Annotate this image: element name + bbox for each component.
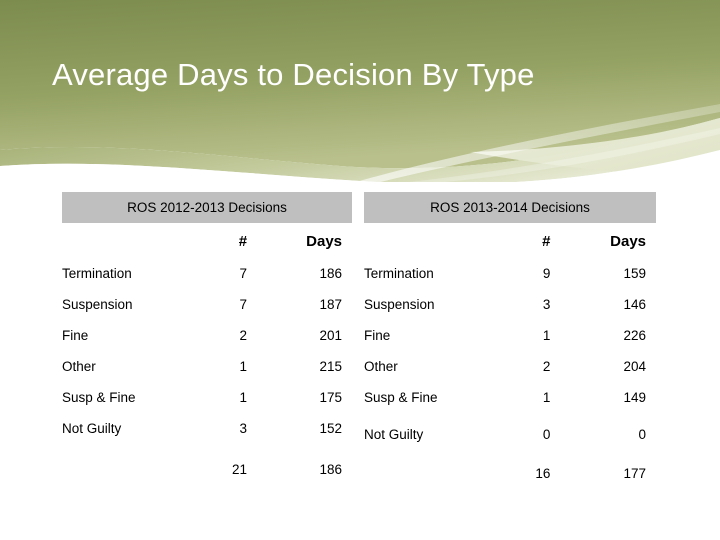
table-ros-2012-2013: ROS 2012-2013 Decisions # Days Terminati… [62, 192, 352, 477]
row-days: 152 [319, 421, 342, 436]
row-label: Suspension [364, 297, 435, 312]
table-banner-row: ROS 2013-2014 Decisions [364, 192, 656, 223]
total-count: 16 [535, 466, 551, 481]
total-days: 186 [319, 462, 342, 477]
row-count: 1 [239, 390, 248, 405]
table-row: Termination 7 186 [62, 258, 352, 289]
col-header-count-right: # [542, 233, 551, 250]
table-row: Fine 1 226 [364, 320, 656, 351]
table-row: Not Guilty 3 152 [62, 413, 352, 444]
row-count: 0 [542, 427, 551, 442]
row-label: Susp & Fine [62, 390, 136, 405]
row-days: 175 [319, 390, 342, 405]
table-row: Suspension 3 146 [364, 289, 656, 320]
row-label: Suspension [62, 297, 133, 312]
row-days: 186 [319, 266, 342, 281]
total-days: 177 [623, 466, 646, 481]
row-days: 0 [638, 427, 646, 442]
row-label: Termination [62, 266, 132, 281]
row-days: 226 [623, 328, 646, 343]
row-days: 159 [623, 266, 646, 281]
table-banner-row: ROS 2012-2013 Decisions [62, 192, 352, 223]
table-total-row: 16 177 [364, 448, 656, 481]
table-banner-left: ROS 2012-2013 Decisions [62, 192, 352, 223]
total-label [62, 444, 183, 477]
table-banner-right: ROS 2013-2014 Decisions [364, 192, 656, 223]
table-header-row: # Days [364, 223, 656, 258]
table-row: Fine 2 201 [62, 320, 352, 351]
row-label: Fine [62, 328, 89, 343]
row-days: 187 [319, 297, 342, 312]
table-total-row: 21 186 [62, 444, 352, 477]
row-count: 1 [239, 359, 248, 374]
row-label: Fine [364, 328, 391, 343]
page-title: Average Days to Decision By Type [52, 57, 535, 92]
row-count: 2 [542, 359, 551, 374]
table-row: Suspension 7 187 [62, 289, 352, 320]
table-row: Other 1 215 [62, 351, 352, 382]
table-header-row: # Days [62, 223, 352, 258]
col-header-label-right [364, 223, 485, 258]
row-label: Not Guilty [62, 421, 122, 436]
table-row: Termination 9 159 [364, 258, 656, 289]
row-count: 7 [239, 266, 248, 281]
row-count: 3 [542, 297, 551, 312]
row-days: 201 [319, 328, 342, 343]
table-row: Susp & Fine 1 149 [364, 382, 656, 413]
table-row: Not Guilty 0 0 [364, 413, 656, 448]
row-count: 2 [239, 328, 248, 343]
total-count: 21 [232, 462, 248, 477]
row-count: 9 [542, 266, 551, 281]
row-label: Other [62, 359, 96, 374]
table-row: Other 2 204 [364, 351, 656, 382]
row-days: 204 [623, 359, 646, 374]
total-label [364, 448, 485, 481]
row-label: Not Guilty [364, 427, 424, 442]
row-count: 1 [542, 390, 551, 405]
col-header-label-left [62, 223, 183, 258]
slide: Average Days to Decision By Type ROS 201… [0, 0, 720, 540]
row-days: 146 [623, 297, 646, 312]
row-days: 149 [623, 390, 646, 405]
row-label: Susp & Fine [364, 390, 438, 405]
row-label: Termination [364, 266, 434, 281]
row-count: 3 [239, 421, 248, 436]
row-count: 1 [542, 328, 551, 343]
row-days: 215 [319, 359, 342, 374]
col-header-count-left: # [238, 233, 248, 250]
table-ros-2013-2014: ROS 2013-2014 Decisions # Days Terminati… [364, 192, 656, 481]
row-label: Other [364, 359, 398, 374]
row-count: 7 [239, 297, 248, 312]
col-header-days-left: Days [306, 233, 342, 250]
table-row: Susp & Fine 1 175 [62, 382, 352, 413]
col-header-days-right: Days [610, 233, 646, 250]
